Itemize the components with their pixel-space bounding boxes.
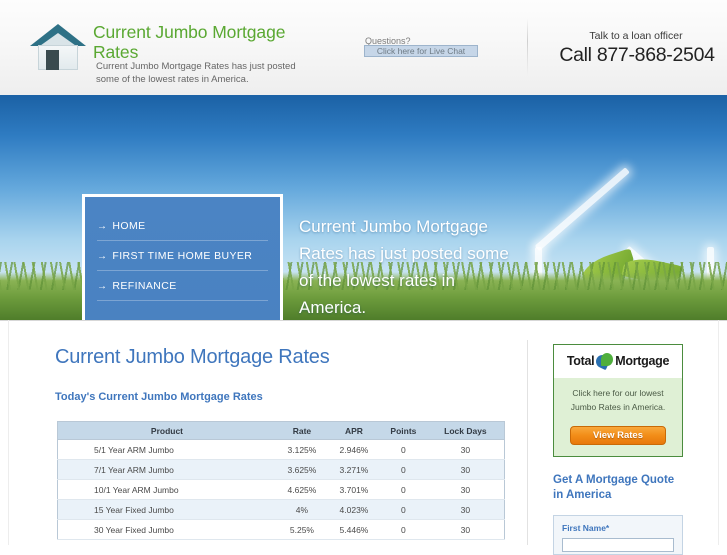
- swirl-arrows-icon: [594, 352, 614, 370]
- cell-rate: 3.125%: [275, 439, 328, 460]
- site-tagline: Current Jumbo Mortgage Rates has just po…: [96, 61, 296, 85]
- cell-product: 5/1 Year ARM Jumbo: [57, 439, 276, 460]
- phone-number[interactable]: Call 877-868-2504: [553, 44, 721, 67]
- table-row: 7/1 Year ARM Jumbo 3.625% 3.271% 0 30: [57, 459, 505, 480]
- sidebar-divider: [527, 340, 528, 545]
- arrow-right-icon: →: [97, 281, 108, 292]
- sidebar-item-label: HOME: [112, 220, 146, 232]
- cell-points: 0: [379, 519, 427, 540]
- page-title: Current Jumbo Mortgage Rates: [93, 22, 286, 62]
- cell-rate: 4.625%: [275, 479, 328, 500]
- table-row: 30 Year Fixed Jumbo 5.25% 5.446% 0 30: [57, 519, 505, 540]
- sidebar-item-home[interactable]: → HOME: [97, 211, 268, 241]
- rates-table: Product Rate APR Points Lock Days 5/1 Ye…: [57, 421, 505, 540]
- live-chat-button[interactable]: Click here for Live Chat: [364, 45, 478, 57]
- sidebar-item-label: REFINANCE: [112, 280, 177, 292]
- column-header-rate: Rate: [275, 421, 328, 440]
- column-header-product: Product: [57, 421, 276, 440]
- logo-word-mortgage: Mortgage: [615, 354, 670, 368]
- header-divider: [527, 18, 528, 76]
- cell-points: 0: [379, 439, 427, 460]
- cell-apr: 3.271%: [327, 459, 380, 480]
- sidebar-item-refinance[interactable]: → REFINANCE: [97, 271, 268, 301]
- site-header: Current Jumbo Mortgage Rates Current Jum…: [0, 0, 727, 95]
- cell-lock-days: 30: [426, 479, 505, 500]
- cell-apr: 5.446%: [327, 519, 380, 540]
- table-header-row: Product Rate APR Points Lock Days: [57, 421, 505, 440]
- arrow-right-icon: →: [97, 221, 108, 232]
- view-rates-button[interactable]: View Rates: [570, 426, 666, 445]
- hero-headline: Current Jumbo Mortgage Rates has just po…: [299, 217, 509, 317]
- quote-heading: Get A Mortgage Quote in America: [553, 474, 675, 501]
- table-row: 15 Year Fixed Jumbo 4% 4.023% 0 30: [57, 499, 505, 520]
- cell-product: 15 Year Fixed Jumbo: [57, 499, 276, 520]
- cell-product: 30 Year Fixed Jumbo: [57, 519, 276, 540]
- main-column: Current Jumbo Mortgage Rates Today's Cur…: [55, 346, 510, 403]
- arrow-right-icon: →: [97, 251, 108, 262]
- sidebar-item-first-time-home-buyer[interactable]: → FIRST TIME HOME BUYER: [97, 241, 268, 271]
- loan-officer-label: Talk to a loan officer: [589, 30, 683, 42]
- column-header-lock-days: Lock Days: [426, 421, 505, 440]
- widget-promo-text: Click here for our lowest Jumbo Rates in…: [570, 388, 666, 412]
- cell-lock-days: 30: [426, 499, 505, 520]
- cell-lock-days: 30: [426, 459, 505, 480]
- page-left-edge: [8, 320, 9, 545]
- content-top-divider: [0, 320, 727, 321]
- page-right-edge: [718, 320, 719, 545]
- cell-apr: 3.701%: [327, 479, 380, 500]
- sidebar: Total Mortgage Click here for our lowest…: [553, 344, 685, 555]
- cell-points: 0: [379, 499, 427, 520]
- total-mortgage-logo: Total Mortgage: [554, 345, 682, 378]
- cell-product: 10/1 Year ARM Jumbo: [57, 479, 276, 500]
- first-name-label: First Name*: [562, 523, 610, 533]
- cell-points: 0: [379, 479, 427, 500]
- main-navigation: → HOME → FIRST TIME HOME BUYER → REFINANCE: [82, 194, 283, 320]
- content-subheading: Today's Current Jumbo Mortgage Rates: [55, 391, 263, 403]
- cell-lock-days: 30: [426, 519, 505, 540]
- cell-points: 0: [379, 459, 427, 480]
- column-header-apr: APR: [327, 421, 380, 440]
- cell-apr: 2.946%: [327, 439, 380, 460]
- sidebar-item-label: FIRST TIME HOME BUYER: [112, 250, 253, 262]
- cell-rate: 3.625%: [275, 459, 328, 480]
- logo-word-total: Total: [566, 354, 595, 368]
- quote-form: First Name*: [553, 515, 683, 555]
- table-row: 10/1 Year ARM Jumbo 4.625% 3.701% 0 30: [57, 479, 505, 500]
- table-row: 5/1 Year ARM Jumbo 3.125% 2.946% 0 30: [57, 439, 505, 460]
- cell-apr: 4.023%: [327, 499, 380, 520]
- house-icon: [30, 24, 86, 70]
- column-header-points: Points: [379, 421, 427, 440]
- cell-rate: 4%: [275, 499, 328, 520]
- cell-rate: 5.25%: [275, 519, 328, 540]
- total-mortgage-widget[interactable]: Total Mortgage Click here for our lowest…: [553, 344, 683, 457]
- cell-product: 7/1 Year ARM Jumbo: [57, 459, 276, 480]
- hero-banner: Current Jumbo Mortgage Rates has just po…: [0, 95, 727, 320]
- cell-lock-days: 30: [426, 439, 505, 460]
- first-name-field[interactable]: [562, 538, 674, 552]
- content-heading: Current Jumbo Mortgage Rates: [55, 346, 330, 368]
